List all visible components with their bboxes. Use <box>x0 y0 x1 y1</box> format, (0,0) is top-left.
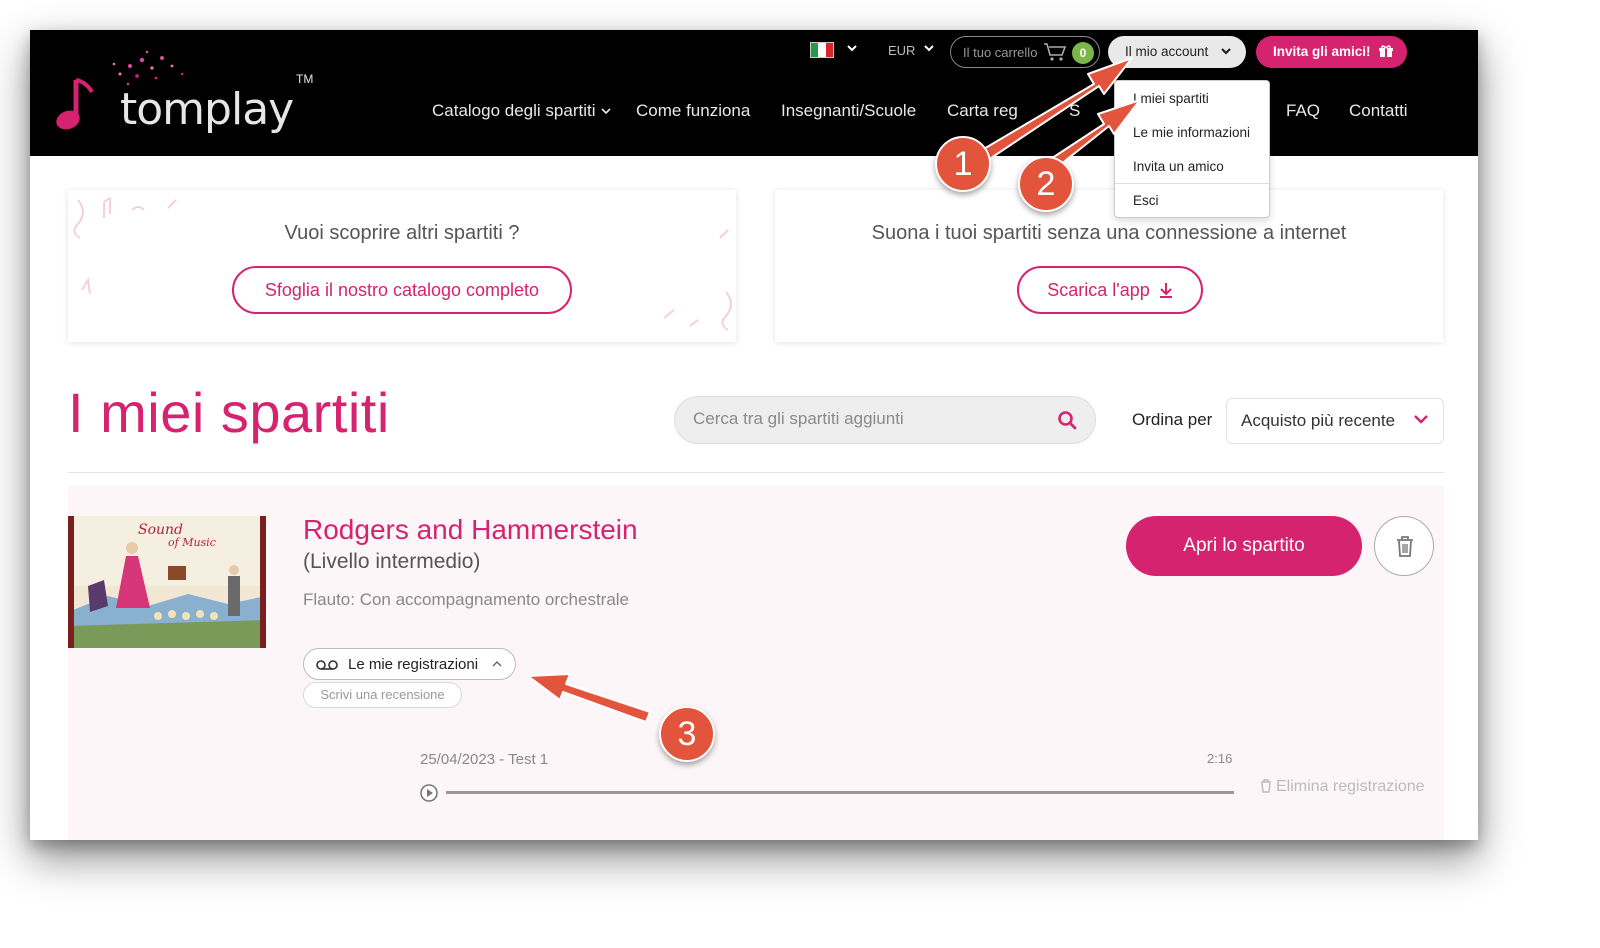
search-input[interactable] <box>693 409 1043 429</box>
catalog-promo-card: Vuoi scoprire altri spartiti ? Sfoglia i… <box>68 190 736 342</box>
nav-item-partial[interactable]: S <box>1069 101 1080 121</box>
logo-trademark: TM <box>296 72 314 86</box>
tomplay-logo[interactable]: tomplay TM <box>52 48 313 138</box>
delete-sheet-music-button[interactable] <box>1374 516 1434 576</box>
nav-item-catalog[interactable]: Catalogo degli spartiti <box>432 101 612 121</box>
nav-item-faq[interactable]: FAQ <box>1286 101 1320 121</box>
language-chevron-down-icon[interactable] <box>846 42 858 56</box>
step-3-badge: 3 <box>659 706 715 762</box>
sort-select[interactable]: Acquisto più recente <box>1226 398 1444 444</box>
gift-icon <box>1379 36 1393 68</box>
download-app-label: Scarica l'app <box>1047 280 1150 300</box>
logo-wordmark: tomplay <box>120 84 294 135</box>
nav-item-catalog-label: Catalogo degli spartiti <box>432 101 596 120</box>
search-field[interactable] <box>674 396 1096 444</box>
sort-label: Ordina per <box>1132 410 1213 429</box>
sheet-music-instrument: Flauto: Con accompagnamento orchestrale <box>303 590 630 609</box>
app-promo-card: Suona i tuoi spartiti senza una connessi… <box>775 190 1443 342</box>
recording-title: 25/04/2023 - Test 1 <box>420 751 549 768</box>
my-account-label: Il mio account <box>1125 44 1209 59</box>
browse-catalog-button[interactable]: Sfoglia il nostro catalogo completo <box>232 266 572 314</box>
italian-flag-icon[interactable] <box>810 42 834 58</box>
sort-selected-value: Acquisto più recente <box>1241 411 1396 430</box>
cart-button[interactable]: Il tuo carrello 0 <box>950 36 1100 68</box>
step-2-badge: 2 <box>1018 156 1074 212</box>
menu-divider <box>1115 183 1271 184</box>
currency-chevron-down-icon[interactable] <box>923 42 935 56</box>
trash-icon <box>1397 536 1413 557</box>
write-review-button[interactable]: Scrivi una recensione <box>303 682 462 708</box>
sheet-music-level: (Livello intermedio) <box>303 550 481 573</box>
svg-text:of Music: of Music <box>168 536 216 549</box>
nav-item-gift-card[interactable]: Carta reg <box>947 101 1018 121</box>
invite-friends-button[interactable]: Invita gli amici! <box>1256 36 1407 68</box>
download-app-button[interactable]: Scarica l'app <box>1017 266 1203 314</box>
recording-progress-track[interactable] <box>446 791 1234 794</box>
section-divider <box>68 472 1444 473</box>
delete-recording-label: Elimina registrazione <box>1276 778 1425 795</box>
search-icon[interactable] <box>1057 410 1077 430</box>
album-cover-image[interactable]: Sound of Music <box>68 516 266 648</box>
voicemail-icon <box>316 660 338 670</box>
menu-item-invite-friend[interactable]: Invita un amico <box>1133 159 1224 174</box>
recording-duration: 2:16 <box>1207 751 1233 766</box>
chevron-down-icon <box>1414 415 1428 424</box>
chevron-down-icon <box>1220 36 1232 68</box>
my-account-button[interactable]: Il mio account <box>1108 36 1246 68</box>
catalog-promo-title: Vuoi scoprire altri spartiti ? <box>284 222 520 244</box>
currency-selector[interactable]: EUR <box>888 43 915 58</box>
menu-item-my-information[interactable]: Le mie informazioni <box>1133 125 1250 140</box>
shopping-cart-icon <box>1044 43 1067 61</box>
cart-label: Il tuo carrello <box>963 45 1038 60</box>
play-icon[interactable] <box>420 784 438 802</box>
menu-item-my-sheet-music[interactable]: I miei spartiti <box>1133 91 1209 106</box>
delete-recording-button[interactable]: Elimina registrazione <box>1260 778 1425 796</box>
my-recordings-button[interactable]: Le mie registrazioni <box>303 648 516 680</box>
nav-item-teachers-schools[interactable]: Insegnanti/Scuole <box>781 101 916 121</box>
sheet-music-item: Sound of Music Rodgers and Hammerstein (… <box>68 486 1444 840</box>
open-sheet-music-button[interactable]: Apri lo spartito <box>1126 516 1362 576</box>
account-dropdown-menu: I miei spartiti Le mie informazioni Invi… <box>1114 80 1271 218</box>
page-title: I miei spartiti <box>68 381 390 444</box>
download-icon <box>1159 283 1172 298</box>
nav-item-contacts[interactable]: Contatti <box>1349 101 1408 121</box>
app-promo-title: Suona i tuoi spartiti senza una connessi… <box>871 222 1347 244</box>
nav-item-how-it-works[interactable]: Come funziona <box>636 101 750 121</box>
sheet-music-title[interactable]: Rodgers and Hammerstein <box>303 514 638 546</box>
trash-icon <box>1261 779 1271 793</box>
my-recordings-label: Le mie registrazioni <box>348 656 479 673</box>
invite-friends-label: Invita gli amici! <box>1273 44 1371 59</box>
chevron-down-icon <box>601 108 611 115</box>
browser-page: tomplay TM EUR Il tuo carrello 0 Il mio … <box>30 30 1478 840</box>
menu-item-logout[interactable]: Esci <box>1133 193 1159 208</box>
step-1-badge: 1 <box>935 136 991 192</box>
cart-count-badge: 0 <box>1072 42 1094 64</box>
chevron-up-icon <box>492 661 502 667</box>
